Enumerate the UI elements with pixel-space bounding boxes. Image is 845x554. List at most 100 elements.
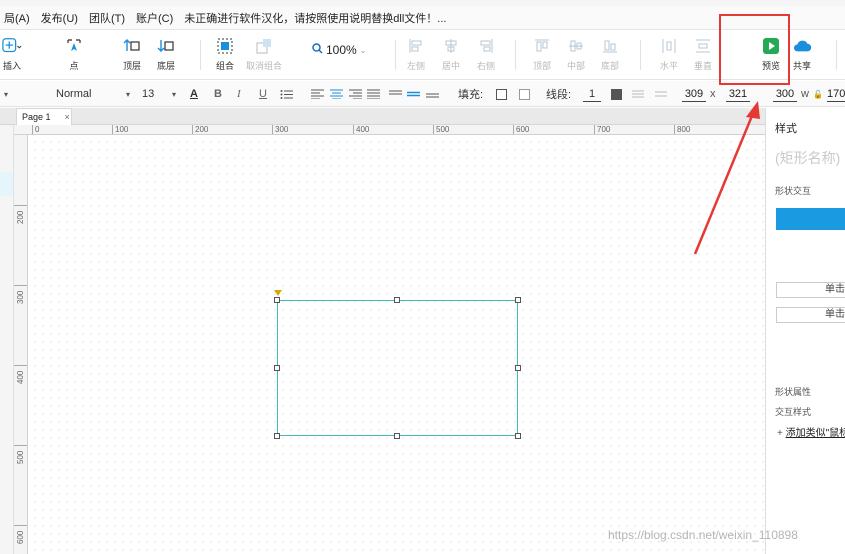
align-text-center-icon <box>330 89 343 99</box>
click-interaction-button-1[interactable]: 单击 <box>776 282 845 298</box>
resize-handle-w[interactable] <box>274 365 280 371</box>
line-color-swatch[interactable] <box>611 86 622 102</box>
add-interaction-style-link[interactable]: + 添加类似"鼠标 <box>777 424 845 439</box>
menu-item-team[interactable]: 团队(T) <box>85 10 132 26</box>
distribute-vertical-icon <box>693 36 713 56</box>
bring-to-front-label: 顶层 <box>122 61 141 71</box>
fill-label-text: 填充: <box>458 89 484 101</box>
align-right-icon <box>476 36 496 56</box>
preview-highlight-box <box>719 14 790 85</box>
font-size-value: 13 <box>142 88 155 100</box>
resize-handle-s[interactable] <box>394 433 400 439</box>
align-top-button[interactable]: 顶部 <box>532 36 552 76</box>
axure-app-window: 局(A) 发布(U) 团队(T) 账户(C) 未正确进行软件汉化，请按照使用说明… <box>0 0 845 554</box>
fill-type-swatch[interactable] <box>519 86 530 102</box>
line-width-input[interactable]: 1 <box>583 86 601 102</box>
arrow-style-button[interactable] <box>655 86 667 102</box>
line-label: 线段: <box>546 86 571 102</box>
rectangle-widget[interactable] <box>277 300 518 436</box>
bullet-list-button[interactable] <box>280 86 293 102</box>
align-text-right-button[interactable] <box>349 86 362 102</box>
ruler-v-label: 200 <box>14 205 27 224</box>
send-to-back-icon <box>156 36 176 56</box>
lock-ratio-button[interactable]: 🔓 <box>813 86 823 102</box>
resize-handle-e[interactable] <box>515 365 521 371</box>
new-interaction-button[interactable] <box>776 208 845 230</box>
valign-top-button[interactable] <box>389 86 402 102</box>
valign-bottom-icon <box>426 93 439 98</box>
valign-bottom-button[interactable] <box>426 86 439 102</box>
align-top-label: 顶部 <box>532 61 551 71</box>
bring-to-front-icon <box>122 36 142 56</box>
ruler-v-label: 500 <box>14 445 27 464</box>
align-middle-button[interactable]: 中部 <box>566 36 586 76</box>
font-style-select[interactable]: Normal ▾ <box>56 86 130 102</box>
italic-button[interactable]: I <box>237 86 241 102</box>
line-label-text: 线段: <box>546 89 572 101</box>
ruler-v-label: 600 <box>14 525 27 544</box>
font-style-value: Normal <box>56 88 92 100</box>
tab-page-1[interactable]: Page 1 × <box>16 108 72 125</box>
interaction-style-label: 交互样式 <box>775 407 812 417</box>
click-interaction-button-2[interactable]: 单击 <box>776 307 845 323</box>
bold-button[interactable]: B <box>214 86 222 102</box>
resize-handle-ne[interactable] <box>515 297 521 303</box>
x-value: 309 <box>684 87 704 100</box>
ungroup-button[interactable]: 取消组合 <box>246 36 282 76</box>
align-text-left-button[interactable] <box>311 86 324 102</box>
shape-style-dropdown[interactable]: ▾ <box>4 86 8 102</box>
resize-handle-sw[interactable] <box>274 433 280 439</box>
distribute-horizontal-button[interactable]: 水平 <box>659 36 679 76</box>
underline-button[interactable]: U <box>259 86 267 102</box>
left-panel-collapsed[interactable] <box>0 108 14 554</box>
page-tab-bar: Page 1 × ▼ <box>0 108 765 125</box>
align-left-icon <box>406 36 426 56</box>
distribute-vertical-label: 垂直 <box>693 61 712 71</box>
distribute-vertical-button[interactable]: 垂直 <box>693 36 713 76</box>
menu-item-layout[interactable]: 局(A) <box>0 10 37 26</box>
zoom-select[interactable]: 100% ⌄ <box>312 43 366 57</box>
ruler-h-label: 700 <box>594 125 610 134</box>
zoom-search-icon <box>312 43 323 57</box>
font-size-select[interactable]: 13 ▾ <box>142 86 176 102</box>
resize-handle-nw[interactable] <box>274 297 280 303</box>
close-icon[interactable]: × <box>65 112 70 122</box>
fill-label: 填充: <box>458 86 483 102</box>
font-color-button[interactable]: A <box>190 86 198 102</box>
rotation-anchor-icon[interactable] <box>274 290 282 296</box>
fill-type-swatch-box <box>519 88 530 100</box>
share-button[interactable]: 共享 <box>792 36 812 76</box>
insert-button[interactable]: 插入 <box>2 36 22 76</box>
align-right-button[interactable]: 右侧 <box>476 36 496 76</box>
ruler-h-label: 200 <box>192 125 208 134</box>
w-input[interactable]: 300 <box>773 86 797 102</box>
cloud-icon <box>792 36 812 56</box>
bring-to-front-button[interactable]: 顶层 <box>122 36 142 76</box>
menu-item-publish[interactable]: 发布(U) <box>37 10 85 26</box>
left-panel-highlight <box>0 172 13 196</box>
toolbar-divider <box>395 40 396 70</box>
send-to-back-button[interactable]: 底层 <box>156 36 176 76</box>
point-button[interactable]: 点 <box>64 36 84 76</box>
y-input[interactable]: 321 <box>726 86 750 102</box>
h-input[interactable]: 170 <box>827 86 845 102</box>
align-middle-icon <box>566 36 586 56</box>
line-style-button[interactable] <box>632 86 644 102</box>
align-text-center-button[interactable] <box>330 86 343 102</box>
align-bottom-button[interactable]: 底部 <box>600 36 620 76</box>
fill-color-swatch[interactable] <box>496 86 507 102</box>
tab-list-dropdown-icon[interactable]: ▼ <box>751 111 759 120</box>
insert-label: 插入 <box>2 61 21 71</box>
shape-name-input[interactable]: (矩形名称) <box>775 148 840 168</box>
resize-handle-se[interactable] <box>515 433 521 439</box>
group-button[interactable]: 组合 <box>215 36 235 76</box>
x-input[interactable]: 309 <box>682 86 706 102</box>
align-text-justify-button[interactable] <box>367 86 380 102</box>
align-bottom-label: 底部 <box>600 61 619 71</box>
align-left-button[interactable]: 左侧 <box>406 36 426 76</box>
resize-handle-n[interactable] <box>394 297 400 303</box>
align-center-button[interactable]: 居中 <box>441 36 461 76</box>
valign-middle-button[interactable] <box>407 86 420 102</box>
shape-properties-label: 形状属性 <box>775 387 812 397</box>
menu-item-account[interactable]: 账户(C) <box>132 10 180 26</box>
